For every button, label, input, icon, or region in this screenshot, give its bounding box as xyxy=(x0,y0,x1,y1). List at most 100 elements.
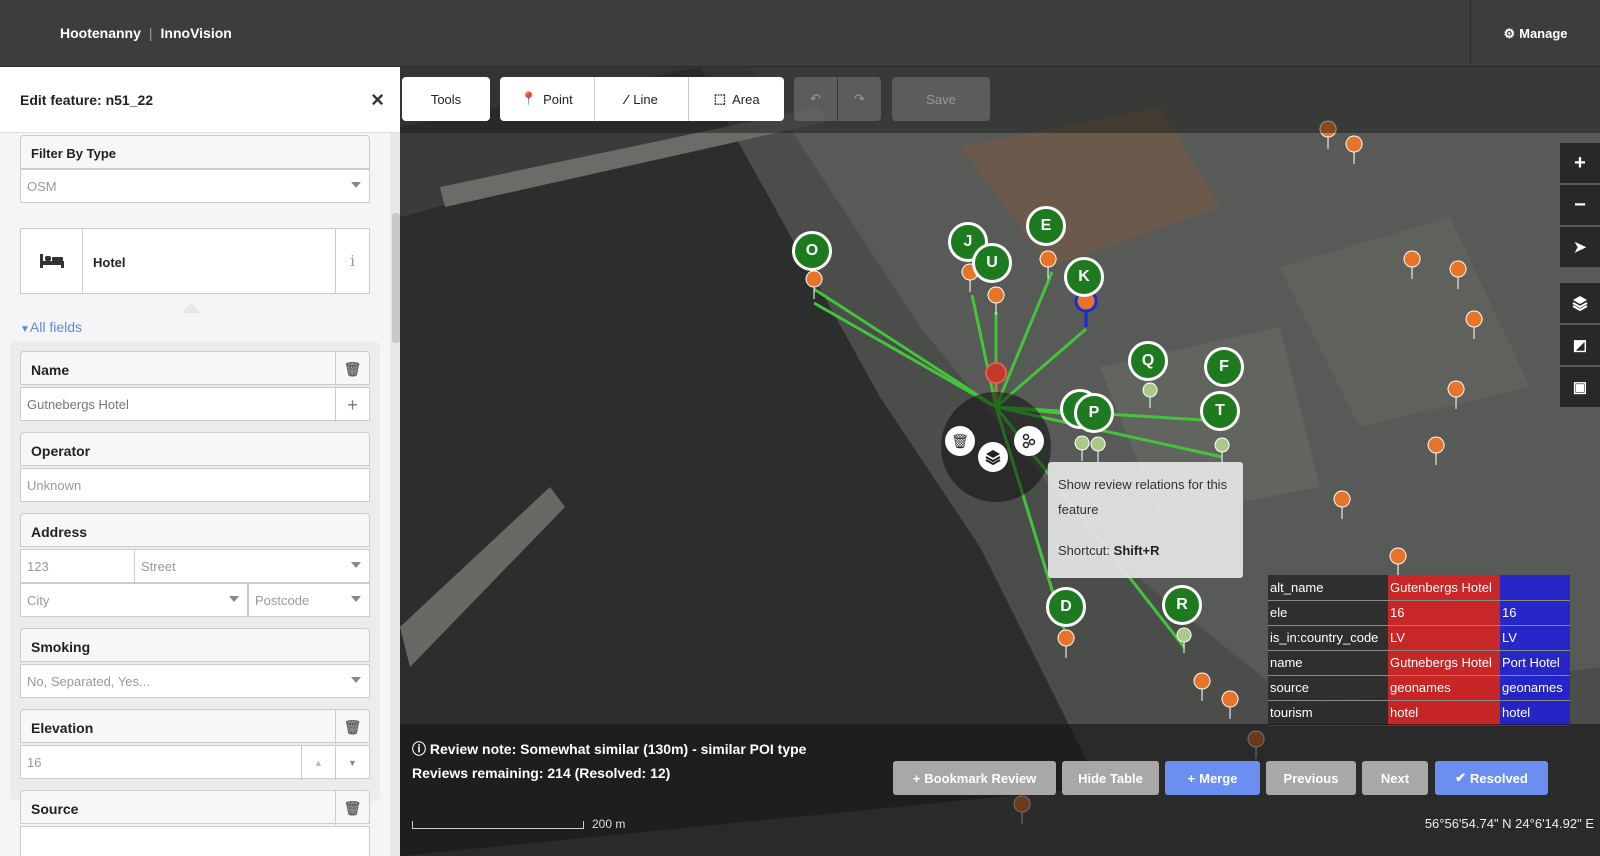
marker-d[interactable]: D xyxy=(1046,587,1086,627)
layers-icon[interactable] xyxy=(978,442,1008,472)
sidebar-scrollbar[interactable] xyxy=(392,213,400,343)
source-label: Source 🗑 xyxy=(20,790,370,825)
map-data-button[interactable]: ◩ xyxy=(1560,325,1600,365)
next-button[interactable]: Next xyxy=(1362,761,1428,795)
filter-value: OSM xyxy=(27,179,57,194)
filter-by-type-label: Filter By Type xyxy=(20,135,370,169)
poi-pin[interactable] xyxy=(1447,380,1465,410)
undo-button[interactable]: ↶ xyxy=(794,77,837,121)
marker-k[interactable]: K xyxy=(1064,257,1104,297)
merge-button[interactable]: + Merge xyxy=(1165,761,1260,795)
elevation-label: Elevation 🗑 xyxy=(20,709,370,744)
line-button[interactable]: ∕ Line xyxy=(595,77,690,121)
name-field[interactable]: Gutnebergs Hotel + xyxy=(20,387,370,422)
elevation-value: 16 xyxy=(27,755,42,770)
poi-pin[interactable] xyxy=(1389,547,1407,577)
poi-pin-reviewed[interactable] xyxy=(1142,382,1158,409)
sidebar-title: Edit feature: n51_22 xyxy=(20,92,154,108)
attribute-value-b: Port Hotel xyxy=(1500,650,1570,676)
line-label: Line xyxy=(633,91,658,107)
plus-icon[interactable]: + xyxy=(335,388,369,422)
poi-pin[interactable] xyxy=(1345,135,1363,165)
help-button[interactable]: ▣ xyxy=(1560,367,1600,407)
hide-table-button[interactable]: Hide Table xyxy=(1062,761,1159,795)
poi-pin[interactable] xyxy=(1221,690,1239,720)
poi-pin[interactable] xyxy=(1193,672,1211,702)
bookmark-review-button[interactable]: + Bookmark Review xyxy=(893,761,1056,795)
attribute-value-a: 16 xyxy=(1388,600,1500,626)
marker-p[interactable]: P xyxy=(1074,393,1114,433)
tools-button[interactable]: Tools xyxy=(402,77,490,121)
redo-button[interactable]: ↷ xyxy=(838,77,881,121)
elevation-field[interactable]: 16 ▲ ▼ xyxy=(20,745,370,780)
bed-icon xyxy=(21,229,83,293)
decrement-icon[interactable]: ▼ xyxy=(335,746,369,780)
resolved-button[interactable]: ✔ Resolved xyxy=(1435,761,1548,795)
all-fields-toggle[interactable]: ▼All fields xyxy=(20,319,82,335)
marker-f[interactable]: F xyxy=(1204,347,1244,387)
filter-by-type-select[interactable]: OSM xyxy=(20,169,370,203)
trash-icon[interactable]: 🗑 xyxy=(335,791,369,825)
poi-pin[interactable] xyxy=(1057,629,1075,659)
trash-icon[interactable]: 🗑 xyxy=(335,710,369,744)
poi-pin[interactable] xyxy=(1403,250,1421,280)
check-icon: ✔ xyxy=(1455,770,1467,785)
poi-pin-reviewed[interactable] xyxy=(1214,437,1230,464)
chevron-down-icon xyxy=(351,182,361,188)
street-field[interactable]: Street xyxy=(134,549,370,583)
operator-placeholder: Unknown xyxy=(27,478,82,493)
attribute-value-b: geonames xyxy=(1500,675,1570,701)
previous-button[interactable]: Previous xyxy=(1266,761,1356,795)
poi-pin[interactable] xyxy=(1465,310,1483,340)
top-bar: Hootenanny | InnoVision ⚙ Manage xyxy=(0,0,1600,67)
info-icon[interactable]: i xyxy=(335,229,369,293)
poi-pin-reviewed[interactable] xyxy=(1074,435,1090,462)
preset-selector[interactable]: Hotel i xyxy=(20,228,370,294)
layers-button[interactable] xyxy=(1560,283,1600,323)
brand-separator: | xyxy=(148,25,153,41)
map-view[interactable]: OJUEKQFSPTDR 🗑 Tools 📍Point ∕Line ⬚Area … xyxy=(400,67,1600,856)
poi-pin-reviewed[interactable] xyxy=(1090,436,1106,463)
hide-table-label: Hide Table xyxy=(1078,770,1143,786)
next-label: Next xyxy=(1380,770,1410,786)
poi-pin[interactable] xyxy=(805,270,823,300)
review-relations-icon[interactable] xyxy=(1014,426,1044,456)
poi-pin[interactable] xyxy=(1427,436,1445,466)
operator-field[interactable]: Unknown xyxy=(20,468,370,502)
marker-q[interactable]: Q xyxy=(1128,341,1168,381)
smoking-field[interactable]: No, Separated, Yes... xyxy=(20,664,370,698)
tools-label: Tools xyxy=(430,91,462,107)
marker-u[interactable]: U xyxy=(972,243,1012,283)
poi-pin[interactable] xyxy=(1333,490,1351,520)
edit-feature-sidebar: Edit feature: n51_22 × Filter By Type OS… xyxy=(0,67,400,856)
increment-icon[interactable]: ▲ xyxy=(301,746,335,780)
zoom-out-button[interactable]: − xyxy=(1560,185,1600,225)
tooltip-text: Show review relations for this feature xyxy=(1058,477,1228,517)
relation-line xyxy=(813,301,997,409)
marker-r[interactable]: R xyxy=(1162,585,1202,625)
trash-icon[interactable]: 🗑 xyxy=(335,352,369,386)
save-label: Save xyxy=(926,91,956,107)
save-button[interactable]: Save xyxy=(892,77,990,121)
close-icon[interactable]: × xyxy=(371,87,384,113)
source-field[interactable] xyxy=(20,826,370,856)
area-button[interactable]: ⬚ Area xyxy=(689,77,784,121)
info-circle-icon: ⓘ xyxy=(412,741,426,757)
poi-pin[interactable] xyxy=(987,286,1005,316)
city-field[interactable]: City xyxy=(20,583,248,617)
marker-e[interactable]: E xyxy=(1026,206,1066,246)
poi-pin-reviewed[interactable] xyxy=(1176,627,1192,654)
marker-o[interactable]: O xyxy=(792,231,832,271)
postcode-field[interactable]: Postcode xyxy=(248,583,370,617)
manage-button[interactable]: ⚙ Manage xyxy=(1470,0,1600,67)
marker-t[interactable]: T xyxy=(1200,391,1240,431)
tooltip-shortcut: Shortcut: Shift+R xyxy=(1058,538,1233,563)
poi-pin[interactable] xyxy=(1449,260,1467,290)
poi-pin[interactable] xyxy=(1039,250,1057,280)
geolocate-button[interactable]: ➤ xyxy=(1560,227,1600,267)
point-button[interactable]: 📍 Point xyxy=(500,77,595,121)
zoom-in-button[interactable]: + xyxy=(1560,143,1600,183)
attribute-value-b: hotel xyxy=(1500,700,1570,726)
housenumber-field[interactable]: 123 xyxy=(20,549,135,583)
trash-icon[interactable]: 🗑 xyxy=(945,426,975,456)
